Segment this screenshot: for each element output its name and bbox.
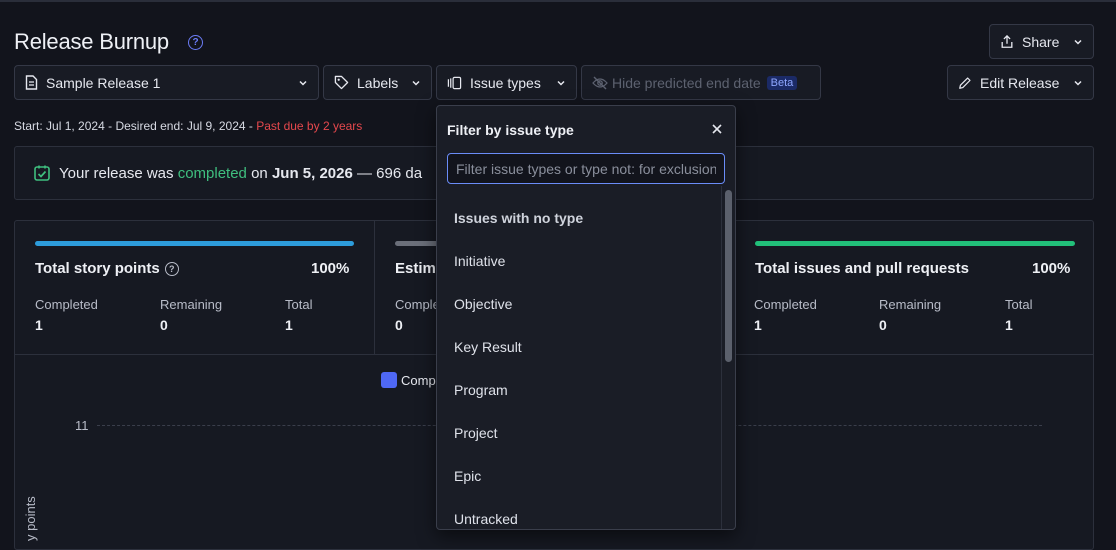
- hide-predicted-label: Hide predicted end date: [612, 74, 761, 91]
- banner-suffix: — 696 da: [357, 164, 423, 182]
- issue-types-filter-button[interactable]: Issue types: [436, 65, 577, 100]
- start-key: Start:: [14, 119, 43, 133]
- chevron-down-icon: [557, 80, 565, 86]
- desired-end-date: Jul 9, 2024: [186, 119, 246, 133]
- stat-value: 1: [285, 317, 293, 333]
- stat-value: 0: [160, 317, 168, 333]
- card-title: Total issues and pull requests: [755, 260, 969, 277]
- card-percent: 100%: [311, 260, 350, 277]
- stat-key: Total: [285, 297, 313, 312]
- labels-filter-button[interactable]: Labels: [323, 65, 432, 100]
- eye-slash-icon: [592, 76, 608, 89]
- list-item-no-type[interactable]: Issues with no type: [454, 210, 583, 226]
- list-item[interactable]: Project: [454, 425, 498, 441]
- chevron-down-icon: [412, 80, 420, 86]
- y-axis-label: y points: [23, 496, 38, 541]
- past-due-text: Past due by 2 years: [256, 119, 363, 133]
- card-title: Total story points?: [35, 260, 179, 277]
- stat-key: Remaining: [879, 297, 942, 312]
- list-item[interactable]: Program: [454, 382, 508, 398]
- issue-types-label: Issue types: [470, 74, 541, 91]
- date-separator: -: [108, 119, 113, 133]
- banner-status: completed: [177, 164, 247, 182]
- issue-type-list: Issues with no type Initiative Objective…: [437, 194, 722, 529]
- hide-predicted-end-date-button[interactable]: Hide predicted end date Beta: [581, 65, 821, 100]
- list-item[interactable]: Untracked: [454, 511, 518, 527]
- pencil-icon: [959, 76, 971, 89]
- desired-end-key: Desired end:: [115, 119, 184, 133]
- stat-key: Remaining: [160, 297, 223, 312]
- issues-progress-bar: [755, 241, 1075, 246]
- stat-key: Total: [1005, 297, 1033, 312]
- legend-swatch[interactable]: [381, 372, 397, 388]
- y-tick-label: 11: [75, 418, 89, 433]
- stat-key: Completed: [35, 297, 98, 312]
- release-name: Sample Release 1: [46, 74, 161, 91]
- story-points-progress-bar: [35, 241, 354, 246]
- list-item[interactable]: Objective: [454, 296, 512, 312]
- stat-value: 1: [35, 317, 43, 333]
- beta-badge: Beta: [766, 75, 798, 90]
- card-percent: 100%: [1032, 260, 1071, 277]
- calendar-check-icon: [34, 165, 50, 181]
- stat-value: 0: [879, 317, 887, 333]
- banner-prefix: Your release was: [59, 164, 174, 182]
- labels-label: Labels: [357, 74, 399, 91]
- help-icon[interactable]: ?: [188, 35, 203, 50]
- scrollbar-thumb[interactable]: [725, 190, 732, 362]
- share-label: Share: [1022, 33, 1060, 50]
- dropdown-scrollbar[interactable]: [721, 186, 735, 529]
- story-points-card: Total story points? 100% Completed 1 Rem…: [15, 221, 375, 355]
- start-date: Jul 1, 2024: [46, 119, 105, 133]
- stat-key: Completed: [754, 297, 817, 312]
- tag-icon: [334, 75, 349, 90]
- list-item[interactable]: Initiative: [454, 253, 505, 269]
- card-title-text: Total story points: [35, 260, 160, 277]
- list-item[interactable]: Epic: [454, 468, 481, 484]
- legend-label[interactable]: Comp: [401, 373, 436, 388]
- issues-prs-card: Total issues and pull requests 100% Comp…: [735, 221, 1093, 355]
- edit-release-button[interactable]: Edit Release: [947, 65, 1094, 100]
- share-button[interactable]: Share: [989, 24, 1094, 59]
- stat-value: 0: [395, 317, 403, 333]
- edit-release-label: Edit Release: [980, 74, 1060, 91]
- page-title: Release Burnup: [14, 29, 169, 54]
- release-select[interactable]: Sample Release 1: [14, 65, 319, 100]
- stat-value: 1: [1005, 317, 1013, 333]
- help-icon[interactable]: ?: [164, 262, 179, 276]
- close-icon[interactable]: [709, 121, 725, 137]
- chevron-down-icon: [299, 80, 307, 86]
- document-icon: [25, 75, 38, 90]
- chevron-down-icon: [1074, 39, 1082, 45]
- stat-value: 1: [754, 317, 762, 333]
- list-item[interactable]: Key Result: [454, 339, 522, 355]
- chevron-down-icon: [1074, 80, 1082, 86]
- issue-type-filter-dropdown: Filter by issue type Issues with no type…: [436, 105, 736, 530]
- dropdown-title: Filter by issue type: [447, 122, 574, 138]
- banner-on: on: [251, 164, 268, 182]
- date-separator: -: [248, 119, 253, 133]
- card-title: Estim: [395, 260, 436, 277]
- banner-date: Jun 5, 2026: [271, 164, 353, 182]
- share-icon: [1001, 34, 1013, 48]
- top-border: [0, 0, 1116, 2]
- issue-type-search-input[interactable]: [447, 153, 725, 184]
- stat-key: Comple: [395, 297, 440, 312]
- issue-types-icon: [447, 76, 462, 89]
- release-dates: Start: Jul 1, 2024 - Desired end: Jul 9,…: [14, 119, 362, 133]
